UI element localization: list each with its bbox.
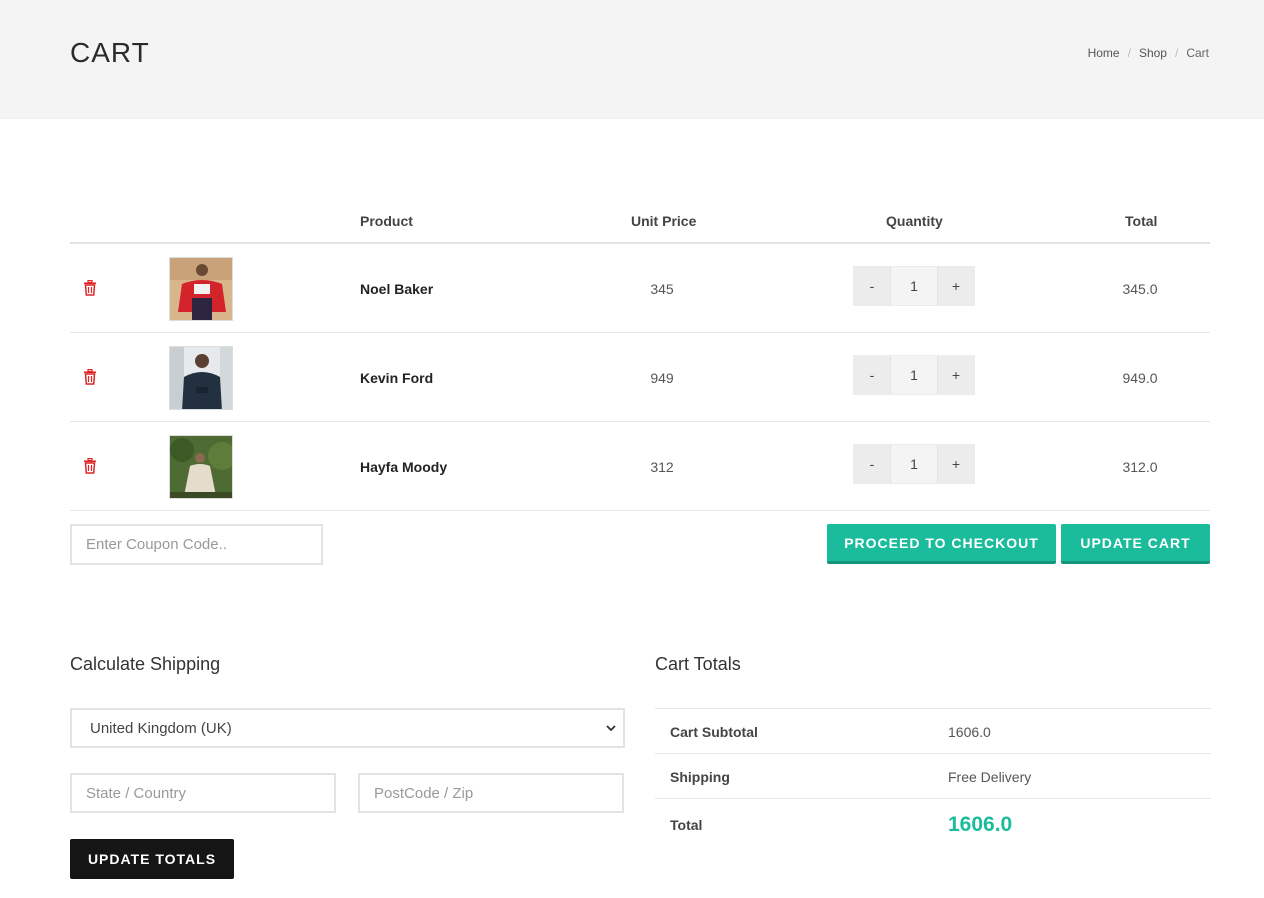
- total-value: 1606.0: [948, 813, 1013, 836]
- country-select[interactable]: United Kingdom (UK): [70, 708, 625, 748]
- product-name[interactable]: Hayfa Moody: [360, 459, 447, 475]
- quantity-input[interactable]: 1: [890, 356, 938, 394]
- update-totals-button[interactable]: UPDATE TOTALS: [70, 839, 234, 879]
- subtotal-value: 1606.0: [948, 724, 991, 740]
- chevron-down-icon: [606, 725, 616, 732]
- trash-icon[interactable]: [83, 458, 97, 474]
- trash-icon[interactable]: [83, 280, 97, 296]
- line-total: 949.0: [1122, 370, 1158, 386]
- cart-table: Product Unit Price Quantity Total Noel B…: [70, 199, 1210, 511]
- line-total: 345.0: [1122, 281, 1158, 297]
- quantity-increase-button[interactable]: +: [938, 356, 974, 394]
- quantity-stepper: - 1 +: [853, 444, 975, 484]
- product-name[interactable]: Kevin Ford: [360, 370, 433, 386]
- calculate-shipping-title: Calculate Shipping: [70, 654, 221, 674]
- cart-totals-table: Cart Subtotal 1606.0 Shipping Free Deliv…: [655, 708, 1211, 854]
- trash-icon[interactable]: [83, 369, 97, 385]
- quantity-decrease-button[interactable]: -: [854, 267, 890, 305]
- page-header: CART Home / Shop / Cart: [0, 0, 1264, 119]
- cart-totals-title: Cart Totals: [655, 654, 741, 674]
- unit-price: 949: [650, 370, 674, 386]
- quantity-decrease-button[interactable]: -: [854, 445, 890, 483]
- table-row: Kevin Ford 949 - 1 + 949.0: [70, 333, 1210, 422]
- quantity-increase-button[interactable]: +: [938, 445, 974, 483]
- shipping-value: Free Delivery: [948, 769, 1032, 785]
- quantity-stepper: - 1 +: [853, 355, 975, 395]
- table-row: Hayfa Moody 312 - 1 + 312.0: [70, 422, 1210, 511]
- line-total: 312.0: [1122, 459, 1158, 475]
- cart-table-header: Product Unit Price Quantity Total: [70, 199, 1210, 244]
- totals-row-shipping: Shipping Free Delivery: [655, 754, 1211, 799]
- product-image[interactable]: [169, 257, 233, 321]
- column-header-product: Product: [360, 213, 413, 229]
- page-title: CART: [70, 37, 150, 68]
- shipping-label: Shipping: [670, 769, 730, 785]
- product-image[interactable]: [169, 435, 233, 499]
- quantity-input[interactable]: 1: [890, 267, 938, 305]
- column-header-quantity: Quantity: [886, 213, 943, 229]
- subtotal-label: Cart Subtotal: [670, 724, 758, 740]
- totals-row-subtotal: Cart Subtotal 1606.0: [655, 709, 1211, 754]
- state-country-input[interactable]: [70, 773, 336, 813]
- breadcrumb-shop[interactable]: Shop: [1139, 46, 1167, 60]
- breadcrumb: Home / Shop / Cart: [1088, 46, 1209, 60]
- unit-price: 312: [650, 459, 674, 475]
- quantity-decrease-button[interactable]: -: [854, 356, 890, 394]
- breadcrumb-home[interactable]: Home: [1088, 46, 1120, 60]
- product-image[interactable]: [169, 346, 233, 410]
- proceed-to-checkout-button[interactable]: PROCEED TO CHECKOUT: [827, 524, 1056, 564]
- coupon-code-input[interactable]: [70, 524, 323, 565]
- column-header-unit-price: Unit Price: [631, 213, 697, 229]
- breadcrumb-separator: /: [1174, 46, 1179, 60]
- postcode-input[interactable]: [358, 773, 624, 813]
- breadcrumb-cart: Cart: [1186, 46, 1209, 60]
- table-row: Noel Baker 345 - 1 + 345.0: [70, 244, 1210, 333]
- country-select-value: United Kingdom (UK): [90, 719, 232, 737]
- update-cart-button[interactable]: UPDATE CART: [1061, 524, 1210, 564]
- breadcrumb-separator: /: [1127, 46, 1131, 60]
- quantity-increase-button[interactable]: +: [938, 267, 974, 305]
- quantity-input[interactable]: 1: [890, 445, 938, 483]
- unit-price: 345: [650, 281, 674, 297]
- totals-row-total: Total 1606.0: [655, 799, 1211, 854]
- column-header-total: Total: [1125, 213, 1158, 229]
- total-label: Total: [670, 817, 703, 833]
- product-name[interactable]: Noel Baker: [360, 281, 433, 297]
- quantity-stepper: - 1 +: [853, 266, 975, 306]
